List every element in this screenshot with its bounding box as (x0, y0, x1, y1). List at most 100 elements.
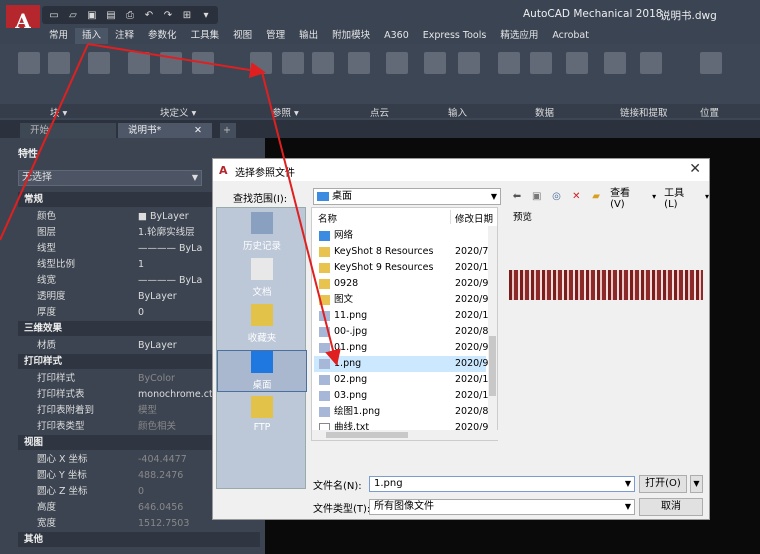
open-folder-icon[interactable]: ▱ (65, 10, 81, 21)
list-item[interactable]: 03.png 2020/1 (314, 388, 488, 404)
chevron-down-icon[interactable]: ▾ (198, 10, 214, 21)
filename-input[interactable]: 1.png ▼ (369, 476, 635, 492)
tab-1[interactable]: 插入 (75, 28, 109, 44)
tab-10[interactable]: Express Tools (416, 28, 494, 44)
property-value[interactable]: -404.4477 (138, 452, 187, 468)
tab-start[interactable]: 开始 (20, 123, 116, 138)
place-3[interactable]: 桌面 (217, 350, 307, 392)
create-block-icon[interactable] (128, 52, 150, 74)
clip-reference-icon[interactable] (282, 52, 304, 74)
open-button[interactable]: 打开(O) (639, 475, 687, 493)
vertical-scrollbar[interactable] (488, 226, 497, 430)
list-item[interactable]: 图文 2020/9 (314, 292, 488, 308)
tab-7[interactable]: 输出 (292, 28, 325, 44)
property-value[interactable]: 646.0456 (138, 500, 183, 516)
hyperlink-icon[interactable] (566, 52, 588, 74)
list-item[interactable]: 01.png 2020/9 (314, 340, 488, 356)
property-value[interactable]: 1512.7503 (138, 516, 189, 532)
import-icon[interactable] (424, 52, 446, 74)
insert-block-icon[interactable] (18, 52, 40, 74)
delete-icon[interactable]: ✕ (570, 191, 582, 203)
workspace-icon[interactable]: ⊞ (179, 10, 195, 21)
attach-reference-icon[interactable] (250, 52, 272, 74)
edit-attribute-icon[interactable] (88, 52, 110, 74)
back-icon[interactable]: ⬅ (511, 191, 523, 203)
property-value[interactable]: 1.轮廓实线层 (138, 225, 195, 241)
section-header[interactable]: 其他 (18, 532, 260, 547)
property-value[interactable]: ■ ByLayer (138, 209, 189, 225)
ole-object-icon[interactable] (530, 52, 552, 74)
property-value[interactable]: ByLayer (138, 338, 177, 354)
list-item[interactable]: KeyShot 8 Resources 2020/7 (314, 244, 488, 260)
list-item[interactable]: 绘图1.png 2020/8 (314, 404, 488, 420)
list-item[interactable]: 11.png 2020/1 (314, 308, 488, 324)
place-2[interactable]: 收藏夹 (217, 304, 307, 344)
data-link-icon[interactable] (604, 52, 626, 74)
list-item[interactable]: KeyShot 9 Resources 2020/1 (314, 260, 488, 276)
tab-9[interactable]: A360 (377, 28, 416, 44)
new-tab-button[interactable]: + (220, 123, 236, 138)
list-item[interactable]: 02.png 2020/1 (314, 372, 488, 388)
print-icon[interactable]: ⎙ (122, 10, 138, 21)
manage-attributes-icon[interactable] (192, 52, 214, 74)
save-as-icon[interactable]: ▤ (103, 10, 119, 21)
property-value[interactable]: 488.2476 (138, 468, 183, 484)
column-separator[interactable] (450, 210, 451, 224)
panel-label-import[interactable]: 输入 (448, 105, 467, 119)
scroll-thumb[interactable] (326, 432, 408, 438)
panel-label-data[interactable]: 数据 (535, 105, 554, 119)
property-value[interactable]: 0 (138, 305, 144, 321)
panel-label-location[interactable]: 位置 (700, 105, 719, 119)
adjust-reference-icon[interactable] (312, 52, 334, 74)
open-options-dropdown[interactable]: ▼ (690, 475, 703, 493)
place-0[interactable]: 历史记录 (217, 212, 307, 252)
close-icon[interactable]: ✕ (194, 123, 202, 138)
tab-12[interactable]: Acrobat (545, 28, 596, 44)
filetype-dropdown[interactable]: 所有图像文件 ▼ (369, 499, 635, 515)
chevron-down-icon[interactable]: ▾ (705, 192, 709, 201)
property-value[interactable]: 模型 (138, 403, 157, 419)
property-value[interactable]: monochrome.ctb (138, 387, 219, 403)
tab-0[interactable]: 常用 (42, 28, 75, 44)
list-item[interactable]: 网络 (314, 228, 486, 244)
chevron-down-icon[interactable]: ▼ (625, 477, 631, 491)
list-item[interactable]: 0928 2020/9 (314, 276, 488, 292)
new-folder-icon[interactable]: ▰ (590, 191, 602, 203)
property-value[interactable]: 0 (138, 484, 144, 500)
tab-4[interactable]: 工具集 (184, 28, 227, 44)
panel-label-point-cloud[interactable]: 点云 (370, 105, 389, 119)
undo-icon[interactable]: ↶ (141, 10, 157, 21)
new-file-icon[interactable]: ▭ (46, 10, 62, 21)
property-value[interactable]: 颜色相关 (138, 419, 176, 435)
view-menu[interactable]: 查看(V) (610, 184, 644, 210)
property-value[interactable]: ByLayer (138, 289, 177, 305)
tab-2[interactable]: 注释 (108, 28, 141, 44)
up-folder-icon[interactable]: ▣ (531, 191, 543, 203)
location-icon[interactable] (700, 52, 722, 74)
tab-11[interactable]: 精选应用 (493, 28, 545, 44)
column-header-date[interactable]: 修改日期 (455, 211, 493, 225)
panel-label-link-extract[interactable]: 链接和提取 (620, 105, 668, 119)
property-value[interactable]: ByColor (138, 371, 175, 387)
list-item[interactable]: 1.png 2020/9 (314, 356, 488, 372)
search-web-icon[interactable]: ◎ (551, 191, 563, 203)
pdf-import-icon[interactable] (458, 52, 480, 74)
cancel-button[interactable]: 取消 (639, 498, 703, 516)
point-cloud-attach-icon[interactable] (348, 52, 370, 74)
panel-label-reference[interactable]: 参照 ▾ (272, 105, 299, 119)
tab-8[interactable]: 附加模块 (325, 28, 377, 44)
define-attributes-icon[interactable] (160, 52, 182, 74)
redo-icon[interactable]: ↷ (160, 10, 176, 21)
point-cloud-autodesk-icon[interactable] (386, 52, 408, 74)
field-icon[interactable] (498, 52, 520, 74)
tools-menu[interactable]: 工具(L) (664, 184, 697, 210)
chevron-down-icon[interactable]: ▾ (652, 192, 656, 201)
property-value[interactable]: 1 (138, 257, 144, 273)
place-1[interactable]: 文档 (217, 258, 307, 298)
tab-3[interactable]: 参数化 (141, 28, 184, 44)
close-button[interactable]: ✕ (689, 161, 701, 177)
horizontal-scrollbar[interactable] (312, 430, 498, 440)
look-in-dropdown[interactable]: 桌面 ▼ (313, 188, 501, 205)
scroll-thumb[interactable] (489, 336, 496, 396)
selection-dropdown[interactable]: 无选择 ▼ (18, 170, 202, 186)
